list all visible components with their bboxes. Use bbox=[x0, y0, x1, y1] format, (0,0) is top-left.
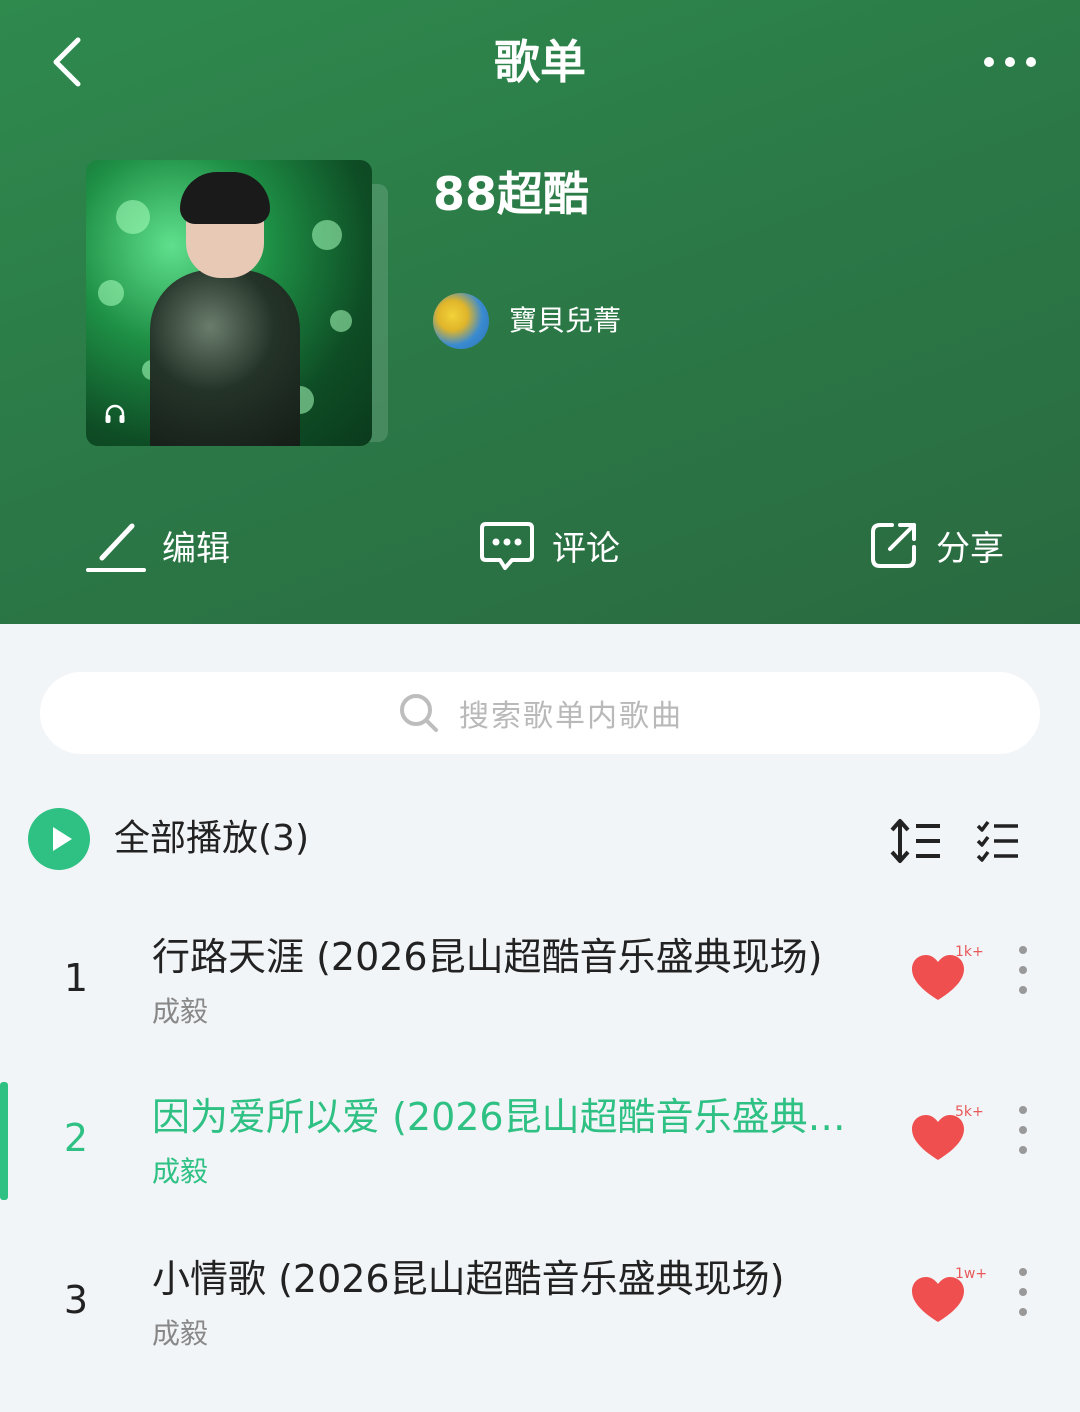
share-label: 分享 bbox=[936, 528, 1004, 569]
more-vertical-icon bbox=[1019, 946, 1027, 994]
back-button[interactable] bbox=[40, 30, 100, 94]
headphone-icon bbox=[105, 404, 125, 423]
song-artist[interactable]: 成毅 bbox=[152, 1314, 208, 1354]
song-index: 1 bbox=[63, 956, 89, 1000]
search-input[interactable]: 搜索歌单内歌曲 bbox=[40, 672, 1040, 754]
song-more-button[interactable] bbox=[1008, 942, 1038, 998]
cover-figure-body bbox=[150, 270, 300, 446]
avatar[interactable] bbox=[433, 293, 489, 349]
like-count: 5k+ bbox=[955, 1104, 984, 1120]
back-icon bbox=[53, 37, 81, 87]
now-playing-indicator bbox=[0, 1082, 8, 1200]
song-artist[interactable]: 成毅 bbox=[152, 992, 208, 1032]
like-count: 1w+ bbox=[955, 1266, 988, 1282]
song-title: 因为爱所以爱 (2026昆山超酷音乐盛典现场) bbox=[152, 1095, 852, 1139]
creator-name[interactable]: 寶貝兒菁 bbox=[509, 301, 621, 341]
song-index: 2 bbox=[63, 1116, 89, 1160]
play-icon bbox=[53, 827, 72, 851]
song-title: 小情歌 (2026昆山超酷音乐盛典现场) bbox=[152, 1257, 785, 1301]
cover-stack[interactable] bbox=[86, 160, 391, 450]
comment-button[interactable]: 评论 bbox=[478, 510, 620, 580]
like-button[interactable]: 1k+ bbox=[908, 940, 984, 1000]
song-row-3[interactable]: 3 小情歌 (2026昆山超酷音乐盛典现场) 成毅 1w+ bbox=[0, 1244, 1080, 1394]
play-all-button[interactable] bbox=[28, 808, 90, 870]
share-button[interactable]: 分享 bbox=[868, 510, 1004, 580]
comment-icon bbox=[480, 522, 534, 570]
edit-label: 编辑 bbox=[162, 528, 230, 569]
sort-icon bbox=[890, 819, 940, 863]
more-vertical-icon bbox=[1019, 1268, 1027, 1316]
like-button[interactable]: 5k+ bbox=[908, 1100, 984, 1160]
song-artist[interactable]: 成毅 bbox=[152, 1152, 208, 1192]
song-title: 行路天涯 (2026昆山超酷音乐盛典现场) bbox=[152, 935, 823, 979]
edit-button[interactable]: 编辑 bbox=[84, 510, 230, 580]
song-more-button[interactable] bbox=[1008, 1264, 1038, 1320]
playlist-header: 歌单 88超酷 寶貝兒菁 编辑 评论 分享 bbox=[0, 0, 1080, 624]
search-placeholder: 搜索歌单内歌曲 bbox=[459, 699, 683, 734]
page-title: 歌单 bbox=[494, 35, 586, 89]
share-icon bbox=[871, 523, 916, 568]
cover-figure-hair bbox=[180, 172, 270, 224]
song-index: 3 bbox=[63, 1278, 89, 1322]
creator-info[interactable]: 寶貝兒菁 bbox=[433, 292, 621, 350]
like-count: 1k+ bbox=[955, 944, 984, 960]
comment-label: 评论 bbox=[552, 528, 620, 569]
song-row-2[interactable]: 2 因为爱所以爱 (2026昆山超酷音乐盛典现场) 成毅 5k+ bbox=[0, 1082, 1080, 1232]
multi-select-button[interactable] bbox=[974, 816, 1022, 866]
song-row-1[interactable]: 1 行路天涯 (2026昆山超酷音乐盛典现场) 成毅 1k+ bbox=[0, 922, 1080, 1072]
more-button[interactable] bbox=[975, 40, 1045, 84]
like-button[interactable]: 1w+ bbox=[908, 1262, 988, 1322]
more-icon bbox=[984, 57, 1036, 67]
playlist-name: 88超酷 bbox=[433, 167, 590, 221]
edit-icon bbox=[86, 523, 146, 572]
sort-button[interactable] bbox=[888, 816, 942, 866]
song-more-button[interactable] bbox=[1008, 1102, 1038, 1158]
search-icon bbox=[400, 694, 438, 732]
playlist-cover[interactable] bbox=[86, 160, 372, 446]
action-bar: 编辑 评论 分享 bbox=[0, 510, 1080, 580]
list-header: 全部播放(3) bbox=[0, 800, 1080, 880]
top-bar: 歌单 bbox=[0, 0, 1080, 124]
play-all-label[interactable]: 全部播放(3) bbox=[114, 810, 309, 868]
multi-select-icon bbox=[976, 820, 1018, 862]
more-vertical-icon bbox=[1019, 1106, 1027, 1154]
